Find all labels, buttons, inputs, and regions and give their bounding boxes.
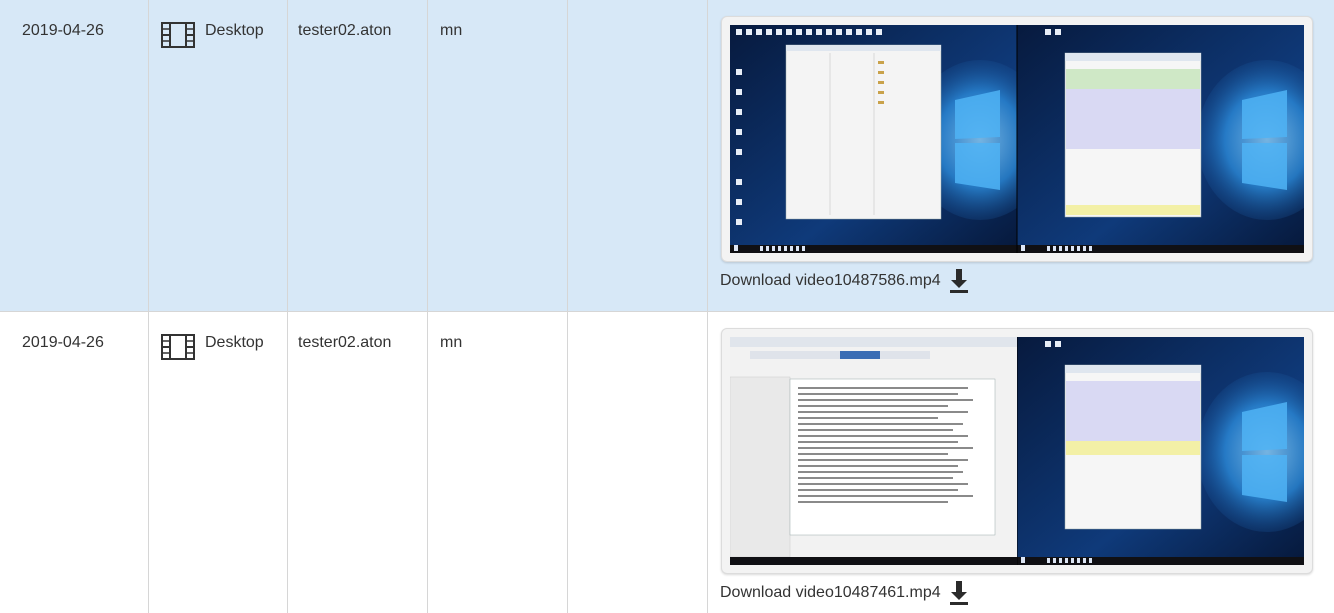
download-arrow-icon[interactable]: [949, 268, 969, 294]
short-text: mn: [440, 334, 463, 351]
date-cell: 2019-04-26: [0, 0, 149, 311]
user-cell: tester02.aton: [288, 0, 428, 311]
user-text: tester02.aton: [298, 22, 392, 39]
film-icon: [161, 334, 195, 360]
table-row[interactable]: 2019-04-26 Desktop tester02.aton mn Down…: [0, 0, 1334, 312]
type-cell: Desktop: [149, 0, 288, 311]
type-text: Desktop: [205, 22, 264, 39]
desktop-screenshot-image: [730, 25, 1304, 253]
recordings-table: 2019-04-26 Desktop tester02.aton mn Down…: [0, 0, 1334, 613]
type-cell: Desktop: [149, 312, 288, 613]
film-icon: [161, 22, 195, 48]
date-cell: 2019-04-26: [0, 312, 149, 613]
download-link[interactable]: Download video10487461.mp4: [720, 584, 941, 602]
short-cell: mn: [428, 312, 568, 613]
date-text: 2019-04-26: [22, 334, 104, 351]
preview-cell: Download video10487586.mp4: [708, 0, 1334, 311]
table-row[interactable]: 2019-04-26 Desktop tester02.aton mn Down…: [0, 312, 1334, 613]
download-arrow-icon[interactable]: [949, 580, 969, 606]
preview-cell: Download video10487461.mp4: [708, 312, 1334, 613]
type-text: Desktop: [205, 334, 264, 351]
download-row: Download video10487461.mp4: [720, 580, 969, 606]
download-link[interactable]: Download video10487586.mp4: [720, 272, 941, 290]
video-thumbnail[interactable]: [721, 16, 1313, 262]
video-thumbnail[interactable]: [721, 328, 1313, 574]
empty-cell: [568, 0, 708, 311]
user-text: tester02.aton: [298, 334, 392, 351]
short-cell: mn: [428, 0, 568, 311]
user-cell: tester02.aton: [288, 312, 428, 613]
empty-cell: [568, 312, 708, 613]
short-text: mn: [440, 22, 463, 39]
download-row: Download video10487586.mp4: [720, 268, 969, 294]
desktop-screenshot-image: [730, 337, 1304, 565]
date-text: 2019-04-26: [22, 22, 104, 39]
